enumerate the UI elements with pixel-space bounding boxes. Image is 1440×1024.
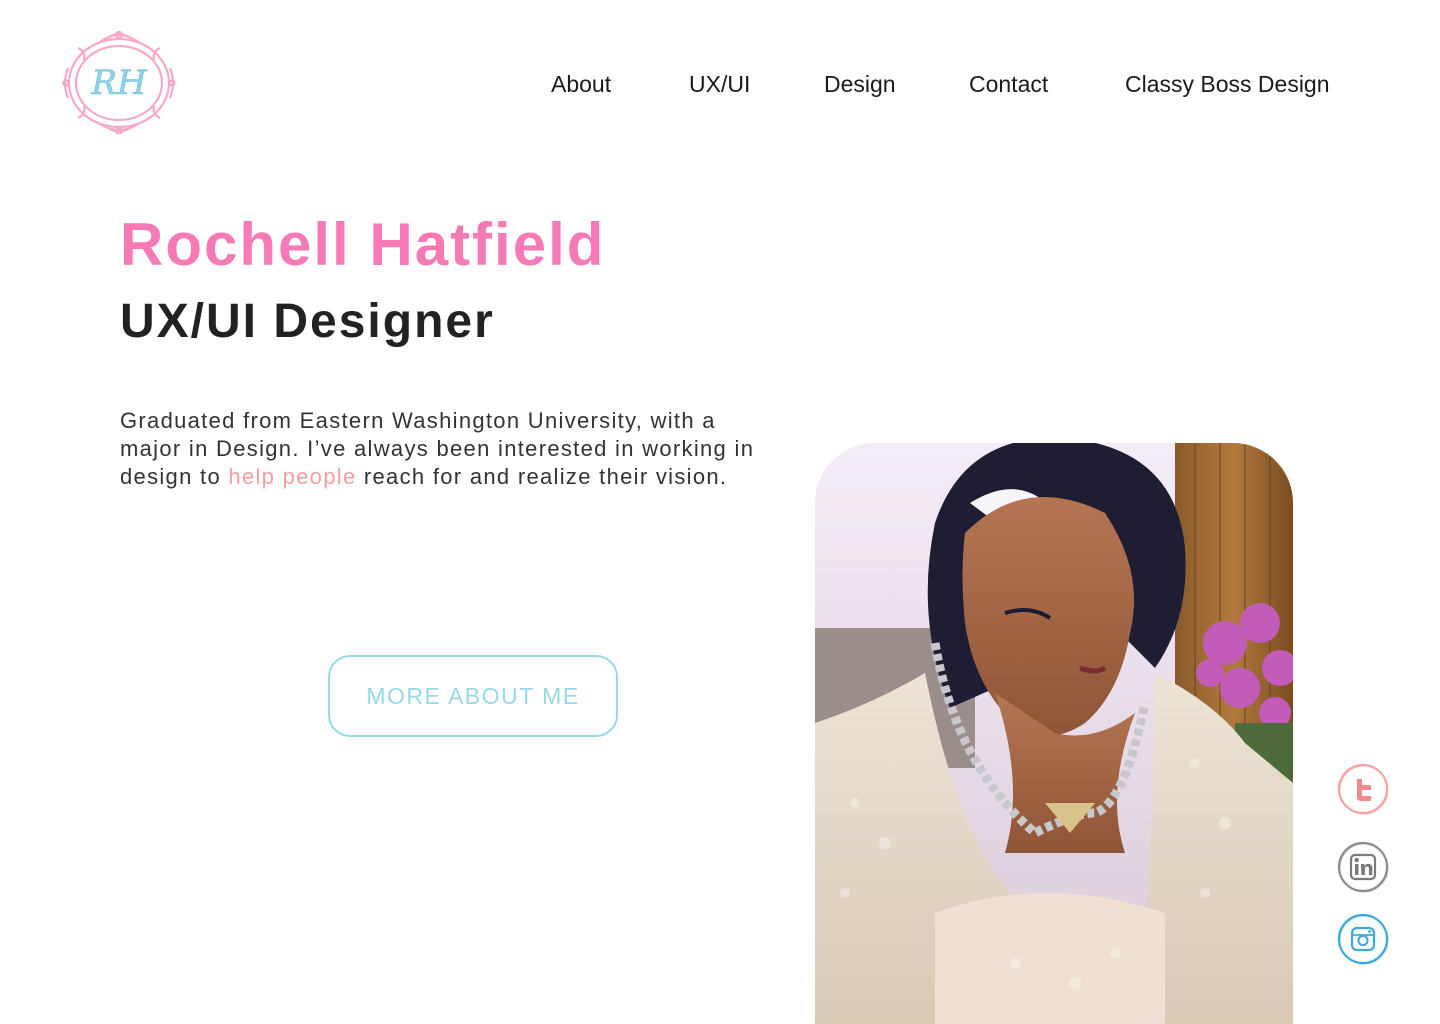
hero-bio: Graduated from Eastern Washington Univer… — [120, 407, 760, 491]
nav-ux-ui[interactable]: UX/UI — [689, 70, 750, 98]
bio-highlight: help people — [228, 464, 357, 489]
instagram-icon — [1337, 913, 1389, 965]
twitter-link[interactable] — [1336, 762, 1390, 816]
nav-design[interactable]: Design — [824, 70, 896, 98]
hero-role: UX/UI Designer — [120, 295, 495, 348]
main-nav: About UX/UI Design Contact Classy Boss D… — [0, 70, 1440, 100]
nav-contact[interactable]: Contact — [969, 70, 1048, 98]
nav-classy-boss-design[interactable]: Classy Boss Design — [1125, 70, 1330, 98]
portrait-photo — [815, 443, 1293, 1024]
instagram-link[interactable] — [1336, 912, 1390, 966]
nav-about[interactable]: About — [551, 70, 611, 98]
bio-text-end: reach for and realize their vision. — [356, 464, 728, 489]
more-about-me-button[interactable]: MORE ABOUT ME — [328, 655, 618, 737]
linkedin-link[interactable] — [1336, 840, 1390, 894]
linkedin-icon — [1337, 841, 1389, 893]
hero-name: Rochell Hatfield — [120, 211, 606, 278]
twitter-icon — [1337, 763, 1389, 815]
